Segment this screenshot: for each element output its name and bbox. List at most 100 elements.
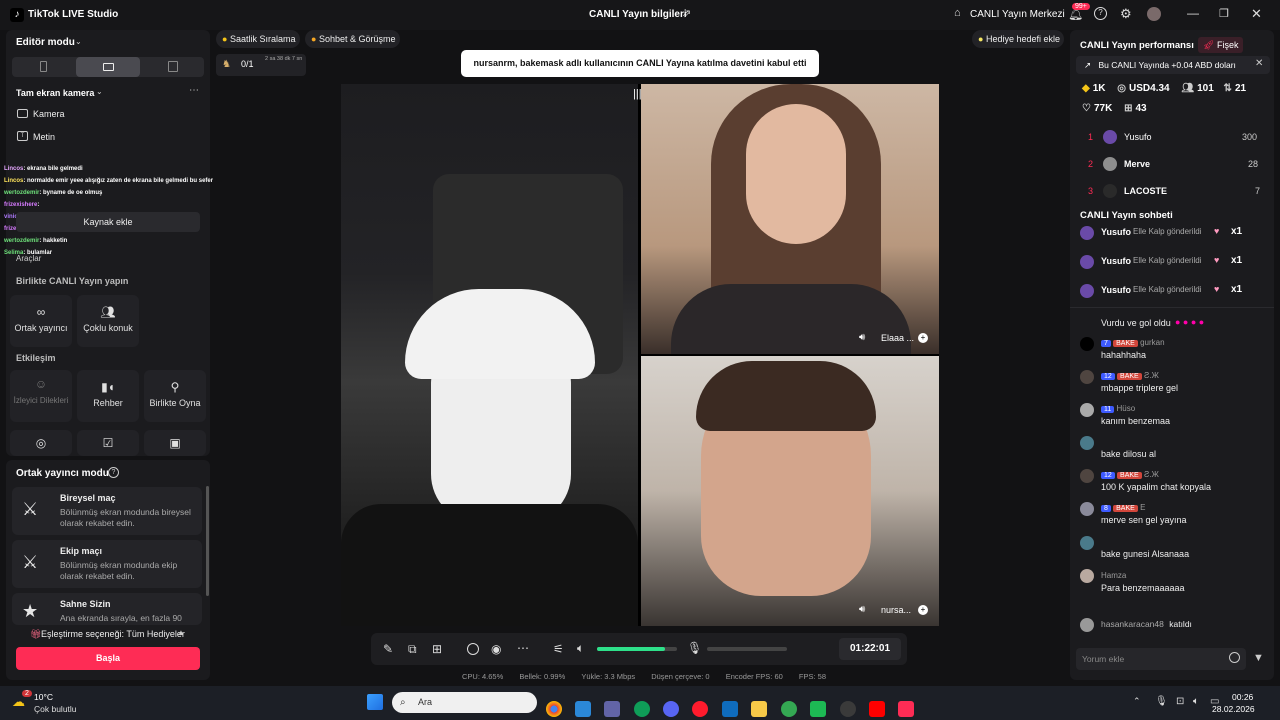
portrait-layout-icon[interactable]: [40, 61, 47, 72]
rocket-badge[interactable]: 🚀︎ Fişek: [1198, 37, 1244, 53]
live-info-title[interactable]: CANLI Yayın bilgileri: [589, 9, 687, 20]
mode-card-stage[interactable]: ★ Sahne Sizin Ana ekranda sırayla, en fazl…: [12, 593, 202, 625]
network-icon[interactable]: ⊡: [1176, 696, 1184, 707]
partial-tile[interactable]: ◎: [10, 430, 72, 456]
effects-icon[interactable]: ⧉: [408, 642, 417, 657]
rank-row[interactable]: 1 Yusufo 300: [1076, 130, 1266, 146]
maximize-icon[interactable]: ❐: [1219, 7, 1229, 20]
rank-avatar: [1103, 157, 1117, 171]
camera-toggle-icon[interactable]: ◉: [491, 642, 501, 656]
app-icon[interactable]: [810, 701, 826, 717]
play-together-tile[interactable]: ⚲ Birlikte Oyna: [144, 370, 206, 422]
weather-desc: Çok bulutlu: [34, 704, 77, 714]
chrome-icon[interactable]: [546, 701, 562, 717]
live-center-button[interactable]: CANLI Yayın Merkezi: [970, 9, 1065, 20]
windows-start-icon[interactable]: [367, 694, 383, 710]
cohost-tile[interactable]: ∞ Ortak yayıncı: [10, 295, 72, 347]
chevron-down-icon[interactable]: ⌄: [96, 87, 103, 96]
chrome2-icon[interactable]: [781, 701, 797, 717]
add-source-button[interactable]: Kaynak ekle: [16, 212, 200, 232]
edge-icon[interactable]: [634, 701, 650, 717]
volume-tray-icon[interactable]: 🔈︎: [1193, 696, 1199, 707]
minimize-icon[interactable]: —: [1187, 6, 1199, 20]
team-icon: ⚔: [22, 552, 39, 572]
match-option-dropdown[interactable]: Eşleştirme seçeneği: Tüm Hediyeler: [41, 629, 185, 639]
clock-time[interactable]: 00:26: [1232, 692, 1253, 702]
mic-tray-icon[interactable]: 🎙︎: [1155, 696, 1168, 707]
chat-item: 7 BAKE gurkan hahahhaha: [1101, 338, 1280, 360]
more-options-icon[interactable]: ⋯: [189, 85, 199, 96]
speaker-icon[interactable]: 🔊︎: [859, 604, 865, 615]
editor-mode-dropdown[interactable]: Editör modu: [16, 37, 75, 48]
custom-layout-icon[interactable]: [168, 61, 178, 72]
profile-avatar[interactable]: [1147, 7, 1161, 21]
tray-chevron-icon[interactable]: ⌃: [1133, 696, 1141, 707]
volume-icon[interactable]: 🔈︎: [577, 641, 584, 656]
rank-row[interactable]: 3 LACOSTE 7: [1076, 184, 1266, 200]
youtube-icon[interactable]: [869, 701, 885, 717]
mic-slider[interactable]: [707, 647, 787, 651]
viewer-requests-tile[interactable]: ☺ İzleyici Dilekleri: [10, 370, 72, 422]
gifters-icon: ⇅: [1223, 83, 1232, 94]
landscape-layout-tab[interactable]: [76, 57, 140, 77]
guide-icon: ▮◖: [101, 380, 115, 394]
taskbar-search[interactable]: ⌕ Ara: [392, 692, 537, 713]
chevron-down-icon[interactable]: ⌄: [75, 37, 82, 46]
discord-icon[interactable]: [663, 701, 679, 717]
comment-input[interactable]: Yorum ekle: [1076, 648, 1246, 670]
emoji-picker-icon[interactable]: [1229, 652, 1240, 663]
home-icon[interactable]: ⌂: [954, 7, 961, 19]
help-icon[interactable]: ?: [1094, 7, 1107, 20]
guest1-name[interactable]: Elaaa ...: [881, 333, 914, 343]
folder-icon[interactable]: [751, 701, 767, 717]
scrollbar[interactable]: [206, 486, 209, 596]
gift-goal-button[interactable]: ● Hediye hedefi ekle: [972, 30, 1064, 48]
goal-widget[interactable]: ♞ 0/1 2 sa 38 dk 7 sn: [216, 54, 306, 76]
mic-icon[interactable]: 🎙︎: [687, 641, 702, 655]
start-button[interactable]: Başla: [16, 647, 200, 670]
mode-card-individual[interactable]: ⚔ Bireysel maç Bölünmüş ekran modunda bire…: [12, 487, 202, 535]
mode-desc: Bölünmüş ekran modunda bireysel olarak r…: [60, 507, 191, 528]
mode-card-team[interactable]: ⚔ Ekip maçı Bölünmüş ekran modunda ekip ol…: [12, 540, 202, 588]
magic-wand-icon[interactable]: ✎: [383, 642, 393, 656]
scene-dropdown[interactable]: Tam ekran kamera: [16, 88, 94, 98]
title-bar: ♪ TikTok LIVE Studio CANLI Yayın bilgile…: [0, 0, 1280, 30]
record-icon[interactable]: [467, 643, 479, 655]
send-icon[interactable]: ▼: [1253, 652, 1264, 664]
chat-user: Ƨ.Ж: [1143, 470, 1159, 479]
guide-tile[interactable]: ▮◖ Rehber: [77, 370, 139, 422]
store-icon[interactable]: [575, 701, 591, 717]
mail-icon[interactable]: [722, 701, 738, 717]
mem-stat: Bellek: 0.99%: [519, 672, 566, 681]
chat-meet-label: Sohbet & Görüşme: [318, 34, 396, 44]
guest2-name[interactable]: nursa...: [881, 605, 911, 615]
hourly-rank-button[interactable]: ● Saatlik Sıralama: [216, 30, 300, 48]
guest1-add-icon[interactable]: +: [918, 333, 928, 343]
share-icon[interactable]: ⇗: [682, 7, 691, 20]
opera-icon[interactable]: [692, 701, 708, 717]
more-icon[interactable]: ⋯: [517, 641, 529, 655]
guest2-add-icon[interactable]: +: [918, 605, 928, 615]
tiktok-live-icon[interactable]: [898, 701, 914, 717]
screen-icon[interactable]: ⊞: [432, 642, 442, 656]
multi-guest-tile[interactable]: 👥︎ Çoklu konuk: [77, 295, 139, 347]
clock-date[interactable]: 28.02.2026: [1212, 704, 1255, 714]
info-icon[interactable]: ?: [108, 467, 119, 478]
partial-tile[interactable]: ▣: [144, 430, 206, 456]
app2-icon[interactable]: [840, 701, 856, 717]
volume-slider[interactable]: [597, 647, 677, 651]
text-source[interactable]: Metin: [33, 132, 55, 142]
speaker-icon[interactable]: 🔊︎: [859, 332, 865, 343]
team-badge: BAKE: [1117, 373, 1142, 380]
chat-meet-button[interactable]: ● Sohbet & Görüşme: [305, 30, 400, 48]
close-icon[interactable]: ✕: [1255, 58, 1263, 69]
mixer-icon[interactable]: ⚟: [553, 642, 564, 656]
earnings-banner: ↗ Bu CANLI Yayında +0.04 ABD doları: [1076, 56, 1270, 74]
rank-row[interactable]: 2 Merve 28: [1076, 157, 1266, 173]
camera-source[interactable]: Kamera: [33, 109, 65, 119]
gear-icon[interactable]: ⚙: [1120, 6, 1132, 22]
close-icon[interactable]: ✕: [1251, 6, 1262, 22]
chevron-up-icon[interactable]: ▲: [177, 628, 185, 637]
partial-tile[interactable]: ☑: [77, 430, 139, 456]
teams-icon[interactable]: [604, 701, 620, 717]
